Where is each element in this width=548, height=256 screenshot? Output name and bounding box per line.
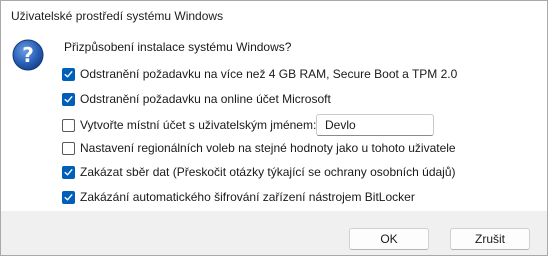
username-input[interactable] <box>316 114 434 136</box>
checkbox-checked-icon[interactable] <box>62 165 75 179</box>
cancel-button[interactable]: Zrušit <box>450 228 530 250</box>
option-create-local-account[interactable]: Vytvořte místní účet s uživatelským jmén… <box>62 116 316 134</box>
window-title: Uživatelské prostředí systému Windows <box>11 9 224 23</box>
option-label: Nastavení regionálních voleb na stejné h… <box>80 141 456 155</box>
checkbox-unchecked-icon[interactable] <box>62 118 75 132</box>
dialog-content: ? Přizpůsobení instalace systému Windows… <box>1 31 547 211</box>
option-label: Vytvořte místní účet s uživatelským jmén… <box>80 118 317 132</box>
checkbox-checked-icon[interactable] <box>62 92 75 106</box>
option-regional-settings[interactable]: Nastavení regionálních voleb na stejné h… <box>62 139 456 157</box>
checkbox-checked-icon[interactable] <box>62 67 75 81</box>
option-label: Zakázání automatického šifrování zařízen… <box>80 190 415 204</box>
dialog-footer: OK Zrušit <box>1 211 547 255</box>
title-bar[interactable]: Uživatelské prostředí systému Windows <box>1 1 547 31</box>
option-label: Odstranění požadavku na více než 4 GB RA… <box>80 67 458 81</box>
svg-text:?: ? <box>22 43 34 67</box>
question-icon: ? <box>12 39 44 71</box>
checkbox-unchecked-icon[interactable] <box>62 141 75 155</box>
option-disable-bitlocker[interactable]: Zakázání automatického šifrování zařízen… <box>62 188 415 206</box>
option-remove-hardware-requirements[interactable]: Odstranění požadavku na více než 4 GB RA… <box>62 65 457 83</box>
checkbox-checked-icon[interactable] <box>62 190 75 204</box>
option-remove-online-account[interactable]: Odstranění požadavku na online účet Micr… <box>62 90 331 108</box>
dialog-prompt: Přizpůsobení instalace systému Windows? <box>64 40 292 54</box>
option-disable-data-collection[interactable]: Zakázat sběr dat (Přeskočit otázky týkaj… <box>62 163 456 181</box>
option-label: Zakázat sběr dat (Přeskočit otázky týkaj… <box>80 165 456 179</box>
dialog-window: Uživatelské prostředí systému Windows ? … <box>0 0 548 256</box>
option-label: Odstranění požadavku na online účet Micr… <box>80 92 331 106</box>
ok-button[interactable]: OK <box>349 228 429 250</box>
